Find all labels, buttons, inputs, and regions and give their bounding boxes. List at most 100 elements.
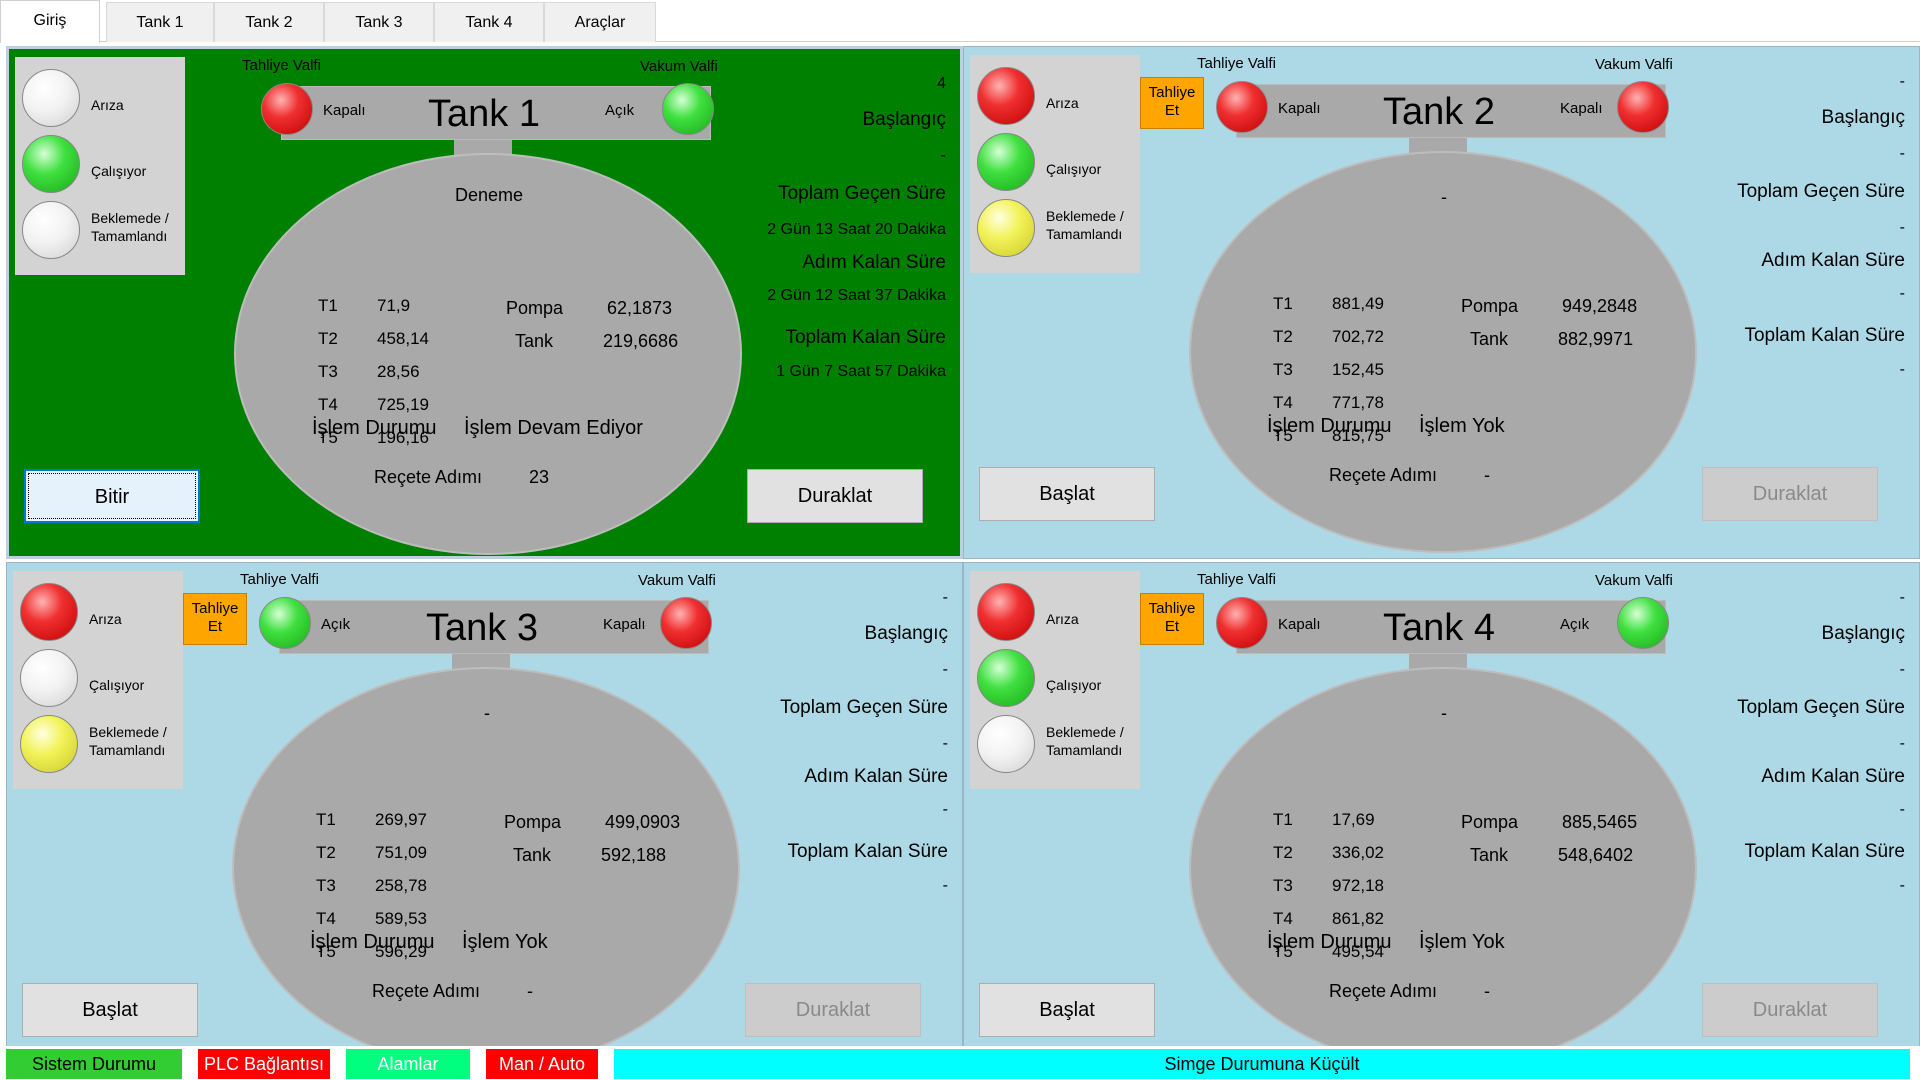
start-label: Başlangıç (1821, 107, 1905, 128)
status-value: İşlem Devam Ediyor (464, 417, 643, 439)
plc-connection-button[interactable]: PLC Bağlantısı (198, 1049, 330, 1079)
discharge-button-line2: Et (1164, 618, 1180, 635)
pause-button[interactable]: Duraklat (1702, 983, 1878, 1037)
pause-button[interactable]: Duraklat (747, 469, 923, 523)
elapsed-value: - (1899, 661, 1905, 678)
discharge-valve-indicator-icon[interactable] (261, 83, 313, 135)
temperature-name: T3 (318, 362, 338, 381)
vacuum-valve-indicator-icon[interactable] (1617, 597, 1669, 649)
temperature-name: T4 (1273, 393, 1293, 412)
waiting-label-line1: Beklemede / (89, 724, 167, 740)
step-remaining-value: 2 Gün 13 Saat 20 Dakika (767, 221, 946, 238)
tab-tank-4[interactable]: Tank 4 (434, 2, 544, 42)
running-label: Çalışıyor (1046, 161, 1102, 177)
minimize-button[interactable]: Simge Durumuna Küçült (614, 1049, 1910, 1079)
elapsed-value: - (1899, 145, 1905, 162)
pause-button[interactable]: Duraklat (1702, 467, 1878, 521)
remaining-time-value: - (1899, 361, 1905, 378)
discharge-valve-state: Kapalı (1278, 100, 1321, 117)
pump-value: 885,5465 (1562, 812, 1638, 832)
waiting-label-line1: Beklemede / (1046, 724, 1124, 740)
alarms-button[interactable]: Alamlar (346, 1049, 470, 1079)
start-button[interactable]: Başlat (979, 983, 1155, 1037)
discharge-button[interactable]: Tahliye Et (1140, 593, 1204, 645)
total-remaining-value: - (1899, 801, 1905, 818)
discharge-valve-label: Tahliye Valfi (242, 57, 321, 74)
recipe-step-value: - (1484, 981, 1490, 1001)
vacuum-valve-label: Vakum Valfi (1595, 572, 1673, 589)
pause-button[interactable]: Duraklat (745, 983, 921, 1037)
temperature-value: 725,19 (377, 395, 429, 414)
start-value: - (1899, 73, 1905, 90)
temperature-name: T1 (318, 296, 338, 315)
tank-panel-3: Arıza Çalışıyor Beklemede / Tamamlandı T… (6, 562, 963, 1075)
tab-tank-1[interactable]: Tank 1 (106, 2, 214, 42)
discharge-button[interactable]: Tahliye Et (1140, 77, 1204, 129)
tank-body (232, 667, 740, 1069)
pump-label: Pompa (1461, 812, 1519, 832)
pump-value: 499,0903 (605, 812, 681, 832)
vacuum-valve-indicator-icon[interactable] (662, 83, 714, 135)
discharge-valve-indicator-icon[interactable] (259, 597, 311, 649)
running-indicator-icon (22, 135, 80, 193)
running-label: Çalışıyor (1046, 677, 1102, 693)
tab-bar: Giriş Tank 1 Tank 2 Tank 3 Tank 4 Araçla… (0, 0, 1920, 43)
vacuum-valve-indicator-icon[interactable] (660, 597, 712, 649)
start-button[interactable]: Başlat (22, 983, 198, 1037)
tank-label: Tank (513, 845, 552, 865)
status-legend: Arıza Çalışıyor Beklemede / Tamamlandı (970, 571, 1140, 789)
discharge-valve-state: Kapalı (1278, 616, 1321, 633)
temperature-value: 269,97 (375, 810, 427, 829)
pump-value: 62,1873 (607, 298, 673, 318)
man-auto-button[interactable]: Man / Auto (486, 1049, 598, 1079)
system-status-button[interactable]: Sistem Durumu (6, 1049, 182, 1079)
temperature-name: T3 (1273, 360, 1293, 379)
temperature-name: T1 (1273, 294, 1293, 313)
discharge-valve-label: Tahliye Valfi (1197, 571, 1276, 588)
start-value: - (1899, 589, 1905, 606)
discharge-button[interactable]: Tahliye Et (183, 593, 247, 645)
waiting-label-line2: Tamamlandı (1046, 742, 1123, 758)
recipe-step-label: Reçete Adımı (1329, 981, 1438, 1001)
tab-tank-3[interactable]: Tank 3 (324, 2, 434, 42)
step-remaining-label: Adım Kalan Süre (1761, 250, 1905, 271)
temperature-value: 881,49 (1332, 294, 1384, 313)
vacuum-valve-indicator-icon[interactable] (1617, 81, 1669, 133)
temperature-value: 751,09 (375, 843, 427, 862)
vacuum-valve-state: Kapalı (1560, 100, 1603, 117)
vacuum-valve-state: Açık (605, 102, 635, 119)
temperature-value: 71,9 (377, 296, 411, 315)
waiting-label: Beklemede / Tamamlandı (91, 209, 169, 245)
waiting-indicator-icon (977, 199, 1035, 257)
discharge-valve-indicator-icon[interactable] (1216, 597, 1268, 649)
temperature-name: T1 (1273, 810, 1293, 829)
status-value: İşlem Yok (1419, 415, 1505, 437)
pump-label: Pompa (506, 298, 564, 318)
start-button[interactable]: Bitir (24, 469, 200, 523)
temperature-value: 589,53 (375, 909, 427, 928)
status-bar: Sistem Durumu PLC Bağlantısı Alamlar Man… (0, 1046, 1920, 1080)
temperature-name: T2 (318, 329, 338, 348)
status-label: İşlem Durumu (310, 931, 435, 953)
temperature-name: T1 (316, 810, 336, 829)
tab-tank-2[interactable]: Tank 2 (214, 2, 324, 42)
recipe-step-label: Reçete Adımı (372, 981, 481, 1001)
start-button[interactable]: Başlat (979, 467, 1155, 521)
recipe-name: - (484, 703, 490, 723)
temperature-value: 336,02 (1332, 843, 1384, 862)
total-remaining-label: Toplam Kalan Süre (1744, 841, 1905, 862)
discharge-valve-state: Açık (321, 616, 351, 633)
temperature-value: 28,56 (377, 362, 420, 381)
status-label: İşlem Durumu (312, 417, 437, 439)
fault-label: Arıza (1046, 611, 1079, 627)
tab-araclar[interactable]: Araçlar (544, 2, 656, 42)
temperature-value: 17,69 (1332, 810, 1375, 829)
discharge-valve-indicator-icon[interactable] (1216, 81, 1268, 133)
step-remaining-value: - (1899, 219, 1905, 236)
tab-giris[interactable]: Giriş (0, 0, 100, 43)
fault-indicator-icon (22, 69, 80, 127)
fault-label: Arıza (89, 611, 122, 627)
remaining-time-value: - (1899, 877, 1905, 894)
waiting-label-line1: Beklemede / (1046, 208, 1124, 224)
remaining-time-value: 1 Gün 7 Saat 57 Dakika (776, 363, 946, 380)
